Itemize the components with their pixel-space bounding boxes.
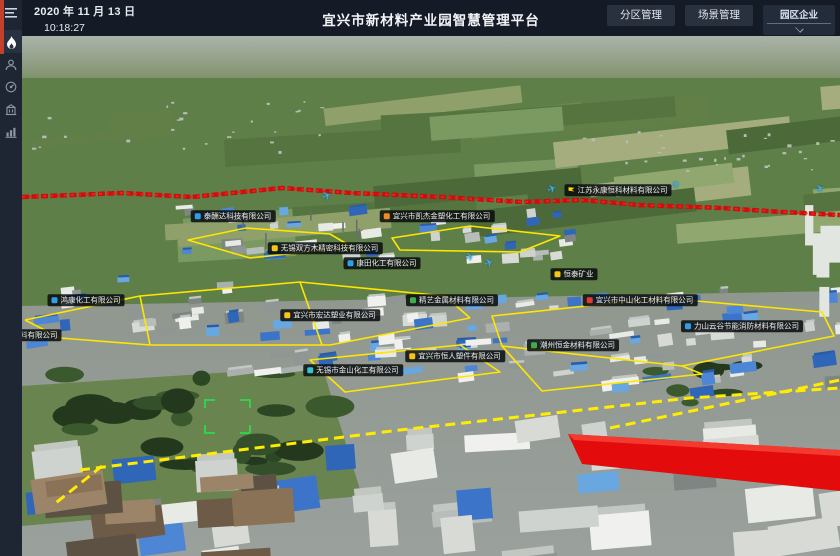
- enterprise-label-text: 无锡市金山化工有限公司: [316, 366, 399, 374]
- enterprise-label[interactable]: 宜兴市中山化工材料有限公司: [583, 294, 698, 306]
- enterprise-label[interactable]: 兴远织造防水材料有限公司: [22, 329, 62, 341]
- enterprise-label-text: 恒泰矿业: [564, 270, 594, 278]
- bar-chart-icon[interactable]: [0, 122, 22, 142]
- enterprise-marker-icon: [410, 297, 416, 303]
- enterprise-label[interactable]: 潮州恒金材料有限公司: [527, 339, 619, 351]
- enterprise-label-text: 潮州恒金材料有限公司: [540, 341, 615, 349]
- enterprise-label[interactable]: 康田化工有限公司: [344, 257, 421, 269]
- gauge-icon[interactable]: [0, 77, 22, 97]
- smart-park-platform: { "header": { "date": "2020 年 11 月 13 日"…: [0, 0, 840, 556]
- enterprise-label[interactable]: 泰酬达科技有限公司: [191, 210, 276, 222]
- enterprise-marker-icon: [587, 297, 593, 303]
- enterprise-label[interactable]: 宜兴市凯杰金塑化工有限公司: [380, 210, 495, 222]
- menu-icon[interactable]: [0, 3, 22, 23]
- enterprise-label-text: 泰酬达科技有限公司: [204, 212, 272, 220]
- enterprise-label[interactable]: 无锡市金山化工有限公司: [303, 364, 403, 376]
- enterprise-label[interactable]: 鸿康化工有限公司: [48, 294, 125, 306]
- enterprise-label[interactable]: 江苏永康恒科材料有限公司: [565, 184, 672, 196]
- zone-manage-button[interactable]: 分区管理: [607, 5, 675, 26]
- enterprise-label-text: 宜兴市中山化工材料有限公司: [596, 296, 694, 304]
- enterprise-label-text: 宜兴市宏达塑业有限公司: [293, 311, 376, 319]
- flame-icon[interactable]: [0, 33, 22, 53]
- enterprise-label-text: 鸿康化工有限公司: [61, 296, 121, 304]
- enterprise-label-text: 江苏永康恒科材料有限公司: [578, 186, 668, 194]
- top-header: 2020 年 11 月 13 日 10:18:27 宜兴市新材料产业园智慧管理平…: [22, 0, 840, 36]
- date-text: 2020 年 11 月 13 日: [34, 3, 135, 19]
- chevron-down-icon: [795, 24, 803, 32]
- enterprise-marker-icon: [52, 297, 58, 303]
- enterprise-label-text: 精艺金属材料有限公司: [419, 296, 494, 304]
- enterprise-marker-icon: [531, 342, 537, 348]
- building-icon[interactable]: [0, 100, 22, 120]
- enterprise-label[interactable]: 力山云谷节能消防材料有限公司: [681, 320, 803, 332]
- enterprise-marker-icon: [555, 271, 561, 277]
- map-3d-view[interactable]: 泰酬达科技有限公司 宜兴市凯杰金塑化工有限公司 无锡双方木精密科技有限公司 康田…: [22, 36, 840, 556]
- time-text: 10:18:27: [44, 22, 135, 34]
- enterprise-marker-icon: [384, 213, 390, 219]
- enterprise-label[interactable]: 精艺金属材料有限公司: [406, 294, 498, 306]
- enterprise-marker-icon: [272, 245, 278, 251]
- enterprise-marker-icon: [685, 323, 691, 329]
- enterprise-label-text: 兴远织造防水材料有限公司: [22, 331, 58, 339]
- park-enterprise-dropdown[interactable]: 园区企业: [763, 5, 835, 35]
- enterprise-label-text: 康田化工有限公司: [357, 259, 417, 267]
- sidebar: [0, 0, 22, 556]
- enterprise-label[interactable]: 无锡双方木精密科技有限公司: [268, 242, 383, 254]
- header-actions: 分区管理 场景管理 园区企业: [607, 5, 835, 35]
- enterprise-marker-icon: [307, 367, 313, 373]
- enterprise-marker-icon: [284, 312, 290, 318]
- enterprise-marker-icon: [348, 260, 354, 266]
- scene-manage-button[interactable]: 场景管理: [685, 5, 753, 26]
- enterprise-label-text: 无锡双方木精密科技有限公司: [281, 244, 379, 252]
- horizon-band: [22, 36, 840, 82]
- enterprise-label[interactable]: 宜兴市宏达塑业有限公司: [280, 309, 380, 321]
- datetime-block: 2020 年 11 月 13 日 10:18:27: [34, 3, 135, 34]
- user-icon[interactable]: [0, 55, 22, 75]
- page-title: 宜兴市新材料产业园智慧管理平台: [322, 9, 540, 29]
- enterprise-marker-icon: [195, 213, 201, 219]
- park-enterprise-dropdown-label: 园区企业: [767, 7, 831, 24]
- enterprise-marker-icon: [409, 353, 415, 359]
- enterprise-label[interactable]: 恒泰矿业: [551, 268, 598, 280]
- enterprise-label-text: 力山云谷节能消防材料有限公司: [694, 322, 799, 330]
- enterprise-label-text: 宜兴市恒人塑件有限公司: [418, 352, 501, 360]
- enterprise-label[interactable]: 宜兴市恒人塑件有限公司: [405, 350, 505, 362]
- enterprise-label-text: 宜兴市凯杰金塑化工有限公司: [393, 212, 491, 220]
- enterprise-marker-icon: [569, 187, 575, 193]
